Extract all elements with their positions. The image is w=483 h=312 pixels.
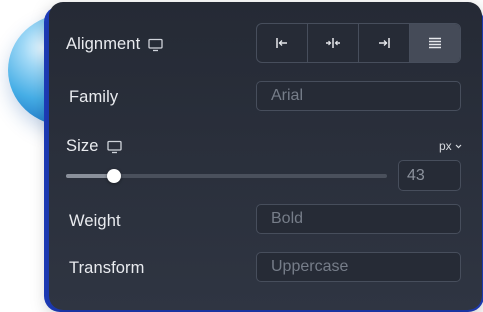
weight-label: Weight: [69, 212, 121, 230]
size-slider[interactable]: [66, 169, 387, 183]
transform-field[interactable]: Uppercase: [256, 252, 461, 282]
weight-field[interactable]: Bold: [256, 204, 461, 234]
align-left-button[interactable]: [257, 24, 308, 62]
size-row-label: Size: [66, 137, 122, 156]
chevron-down-icon: [455, 144, 462, 148]
transform-placeholder: Uppercase: [271, 258, 349, 275]
align-right-icon: [379, 38, 390, 48]
family-label: Family: [69, 88, 119, 106]
family-field[interactable]: Arial: [256, 81, 461, 111]
typography-panel: Alignment Family Arial Size px 43 Weight…: [49, 2, 482, 310]
monitor-icon[interactable]: [106, 140, 122, 154]
family-placeholder: Arial: [271, 87, 304, 104]
unit-selector[interactable]: px: [439, 139, 462, 153]
unit-label: px: [439, 139, 452, 153]
alignment-row-label: Alignment: [66, 35, 163, 54]
transform-label: Transform: [69, 259, 145, 277]
weight-placeholder: Bold: [271, 210, 304, 227]
size-label: Size: [66, 137, 99, 155]
alignment-label: Alignment: [66, 35, 141, 53]
size-slider-thumb[interactable]: [107, 169, 122, 183]
align-center-button[interactable]: [308, 24, 359, 62]
align-left-icon: [276, 38, 287, 48]
align-justify-button[interactable]: [410, 24, 460, 62]
size-value-input[interactable]: 43: [398, 160, 461, 191]
align-center-icon: [326, 38, 340, 48]
align-right-button[interactable]: [359, 24, 410, 62]
size-value: 43: [407, 166, 425, 184]
align-justify-icon: [429, 37, 441, 49]
alignment-button-group: [256, 23, 461, 63]
monitor-icon[interactable]: [148, 38, 163, 52]
